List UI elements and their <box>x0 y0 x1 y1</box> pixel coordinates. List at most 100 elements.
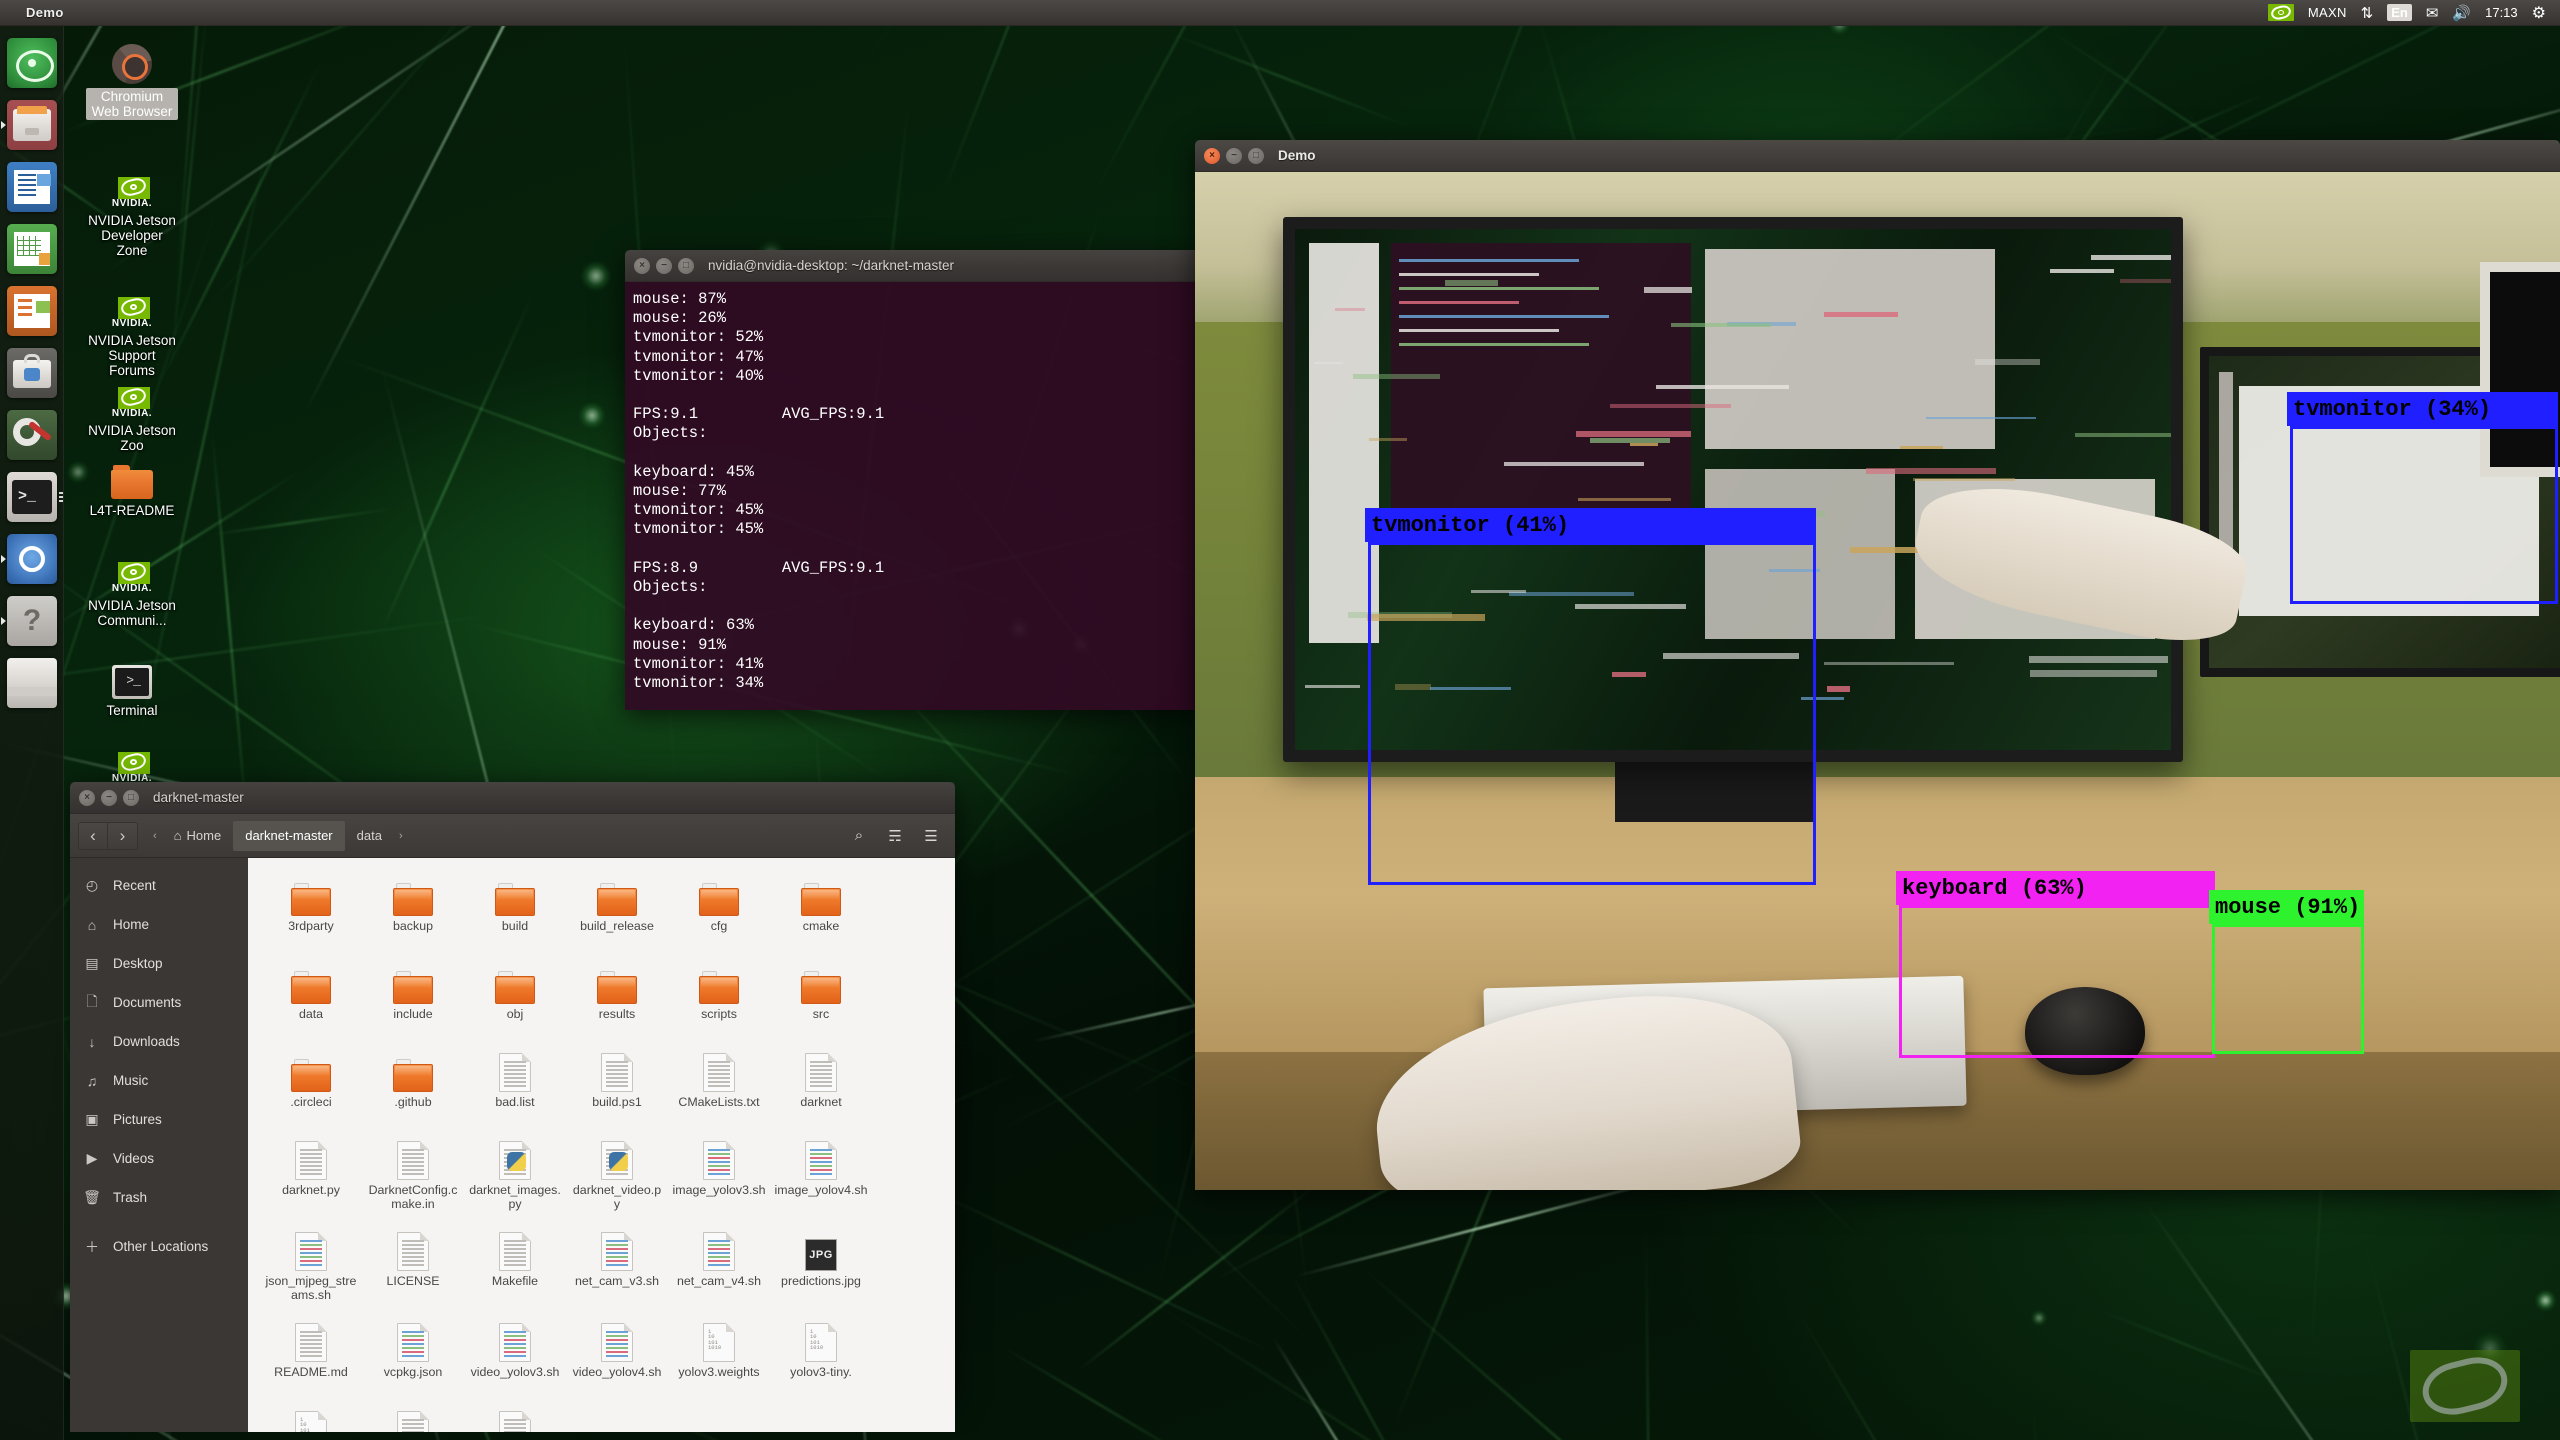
search-icon[interactable]: ⌕ <box>843 821 875 851</box>
file-item[interactable]: CMakeLists.txt <box>672 1046 766 1120</box>
desktop-icon-jetson-support-forums[interactable]: NVIDIA. NVIDIA Jetson Support Forums <box>86 285 178 378</box>
file-item[interactable]: video_yolov4.sh <box>570 1316 664 1390</box>
demo-window[interactable]: × − □ Demo tvmonitor (34%) tvmonitor (41… <box>1195 140 2560 1190</box>
file-item[interactable]: JPG predictions.jpg <box>774 1225 868 1302</box>
breadcrumb-darknet-master[interactable]: darknet-master <box>233 820 345 851</box>
file-item[interactable]: include <box>366 958 460 1032</box>
file-item[interactable]: darknet.py <box>264 1134 358 1211</box>
file-item[interactable]: build.ps1 <box>570 1046 664 1120</box>
file-grid[interactable]: 3rdparty backup build build_release cfg cmake… <box>248 858 955 1432</box>
launcher-item-writer[interactable] <box>0 156 64 218</box>
power-mode-indicator[interactable]: MAXN <box>2308 5 2347 20</box>
file-item[interactable]: .travis.yml <box>468 1404 562 1432</box>
file-item[interactable]: json_mjpeg_streams.sh <box>264 1225 358 1302</box>
sidebar-item-trash[interactable]: 🗑 Trash <box>70 1178 248 1217</box>
minimize-icon[interactable]: − <box>1226 147 1242 164</box>
forward-button[interactable]: › <box>108 821 138 850</box>
file-item[interactable]: .github <box>366 1046 460 1120</box>
launcher-item-ubuntu-dash[interactable] <box>0 32 64 94</box>
file-item[interactable]: scripts <box>672 958 766 1032</box>
keyboard-layout-indicator[interactable]: En <box>2387 4 2412 21</box>
sidebar-item-music[interactable]: ♫ Music <box>70 1061 248 1100</box>
demo-titlebar[interactable]: × − □ Demo <box>1195 140 2560 172</box>
file-item[interactable]: 1 10 101 1010 yolov3.weights <box>672 1316 766 1390</box>
sidebar-item-home[interactable]: ⌂ Home <box>70 905 248 944</box>
file-item[interactable]: darknet_images.py <box>468 1134 562 1211</box>
sidebar-item-desktop[interactable]: ▤ Desktop <box>70 944 248 983</box>
file-item[interactable]: darknet <box>774 1046 868 1120</box>
sidebar-item-pictures[interactable]: ▣ Pictures <box>70 1100 248 1139</box>
close-icon[interactable]: × <box>1204 147 1220 164</box>
file-item[interactable]: build_release <box>570 870 664 944</box>
sidebar-item-documents[interactable]: 🗋 Documents <box>70 983 248 1022</box>
breadcrumb-home[interactable]: ⌂ Home <box>162 821 234 851</box>
hamburger-menu-icon[interactable]: ☰ <box>915 821 947 851</box>
desktop-icon-terminal[interactable]: >_ Terminal <box>86 655 178 718</box>
sidebar-item-videos[interactable]: ▶ Videos <box>70 1139 248 1178</box>
desktop-icon-l4t-readme[interactable]: L4T-README <box>86 455 178 518</box>
file-item[interactable]: obj <box>468 958 562 1032</box>
launcher-item-software-center[interactable] <box>0 342 64 404</box>
launcher-item-calc[interactable] <box>0 218 64 280</box>
nvidia-eye-icon[interactable] <box>2267 3 2294 22</box>
terminal-output[interactable]: mouse: 87% mouse: 26% tvmonitor: 52% tvm… <box>625 282 1200 710</box>
file-item[interactable]: DarknetConfig.cmake.in <box>366 1134 460 1211</box>
file-item[interactable]: vcpkg.json <box>366 1316 460 1390</box>
terminal-window[interactable]: × − □ nvidia@nvidia-desktop: ~/darknet-m… <box>625 250 1200 710</box>
volume-icon[interactable]: 🔊 <box>2452 4 2471 22</box>
minimize-icon[interactable]: − <box>656 257 672 274</box>
file-item[interactable]: LICENSE <box>366 1225 460 1302</box>
file-item[interactable]: darknet_video.py <box>570 1134 664 1211</box>
launcher-item-terminal[interactable]: >_ <box>0 466 64 528</box>
clock[interactable]: 17:13 <box>2485 5 2518 20</box>
file-item[interactable]: 1 10 101 1010 yolov3-tiny. <box>774 1316 868 1390</box>
desktop-icon-jetson-community[interactable]: NVIDIA. NVIDIA Jetson Communi... <box>86 550 178 628</box>
file-item[interactable]: bad.list <box>468 1046 562 1120</box>
file-item[interactable]: image_yolov3.sh <box>672 1134 766 1211</box>
file-item[interactable]: .gitignore <box>366 1404 460 1432</box>
file-item[interactable]: video_yolov3.sh <box>468 1316 562 1390</box>
breadcrumb-data[interactable]: data <box>345 821 394 851</box>
file-item[interactable]: src <box>774 958 868 1032</box>
minimize-icon[interactable]: − <box>101 789 117 806</box>
file-item[interactable]: .circleci <box>264 1046 358 1120</box>
mail-icon[interactable]: ✉ <box>2426 4 2439 22</box>
launcher-item-impress[interactable] <box>0 280 64 342</box>
file-item[interactable]: 3rdparty <box>264 870 358 944</box>
file-item[interactable]: net_cam_v4.sh <box>672 1225 766 1302</box>
file-manager-window[interactable]: × − □ darknet-master ‹ › ‹ ⌂ Home darkne… <box>70 782 955 1432</box>
maximize-icon[interactable]: □ <box>678 257 694 274</box>
desktop-icon-chromium[interactable]: Chromium Web Browser <box>86 40 178 120</box>
close-icon[interactable]: × <box>634 257 650 274</box>
launcher-item-files[interactable] <box>0 94 64 156</box>
close-icon[interactable]: × <box>79 789 95 806</box>
launcher-item-chromium[interactable] <box>0 528 64 590</box>
file-item[interactable]: 1101011010yolov4-tiny. <box>264 1404 358 1432</box>
breadcrumb-prev-icon[interactable]: ‹ <box>148 821 162 851</box>
file-item[interactable]: cfg <box>672 870 766 944</box>
maximize-icon[interactable]: □ <box>123 789 139 806</box>
gear-icon[interactable]: ⚙ <box>2532 3 2546 23</box>
launcher-item-help[interactable]: ? <box>0 590 64 652</box>
file-item[interactable]: backup <box>366 870 460 944</box>
file-item[interactable]: build <box>468 870 562 944</box>
desktop-icon-jetson-zoo[interactable]: NVIDIA. NVIDIA Jetson Zoo <box>86 375 178 453</box>
file-item[interactable]: data <box>264 958 358 1032</box>
file-item[interactable]: results <box>570 958 664 1032</box>
sidebar-item-downloads[interactable]: ↓ Downloads <box>70 1022 248 1061</box>
desktop-icon-jetson-developer-zone[interactable]: NVIDIA. NVIDIA Jetson Developer Zone <box>86 165 178 258</box>
file-item[interactable]: image_yolov4.sh <box>774 1134 868 1211</box>
terminal-titlebar[interactable]: × − □ nvidia@nvidia-desktop: ~/darknet-m… <box>625 250 1200 282</box>
network-updown-icon[interactable]: ⇅ <box>2361 4 2374 22</box>
launcher-item-system-tools[interactable] <box>0 404 64 466</box>
list-view-icon[interactable]: ☴ <box>879 821 911 851</box>
file-manager-titlebar[interactable]: × − □ darknet-master <box>70 782 955 814</box>
sidebar-item-other-locations[interactable]: ＋ Other Locations <box>70 1227 248 1266</box>
file-item[interactable]: Makefile <box>468 1225 562 1302</box>
breadcrumb-next-icon[interactable]: › <box>394 821 408 851</box>
file-item[interactable]: net_cam_v3.sh <box>570 1225 664 1302</box>
launcher-item-drive[interactable] <box>0 652 64 714</box>
file-item[interactable]: README.md <box>264 1316 358 1390</box>
maximize-icon[interactable]: □ <box>1248 147 1264 164</box>
back-button[interactable]: ‹ <box>78 821 108 850</box>
